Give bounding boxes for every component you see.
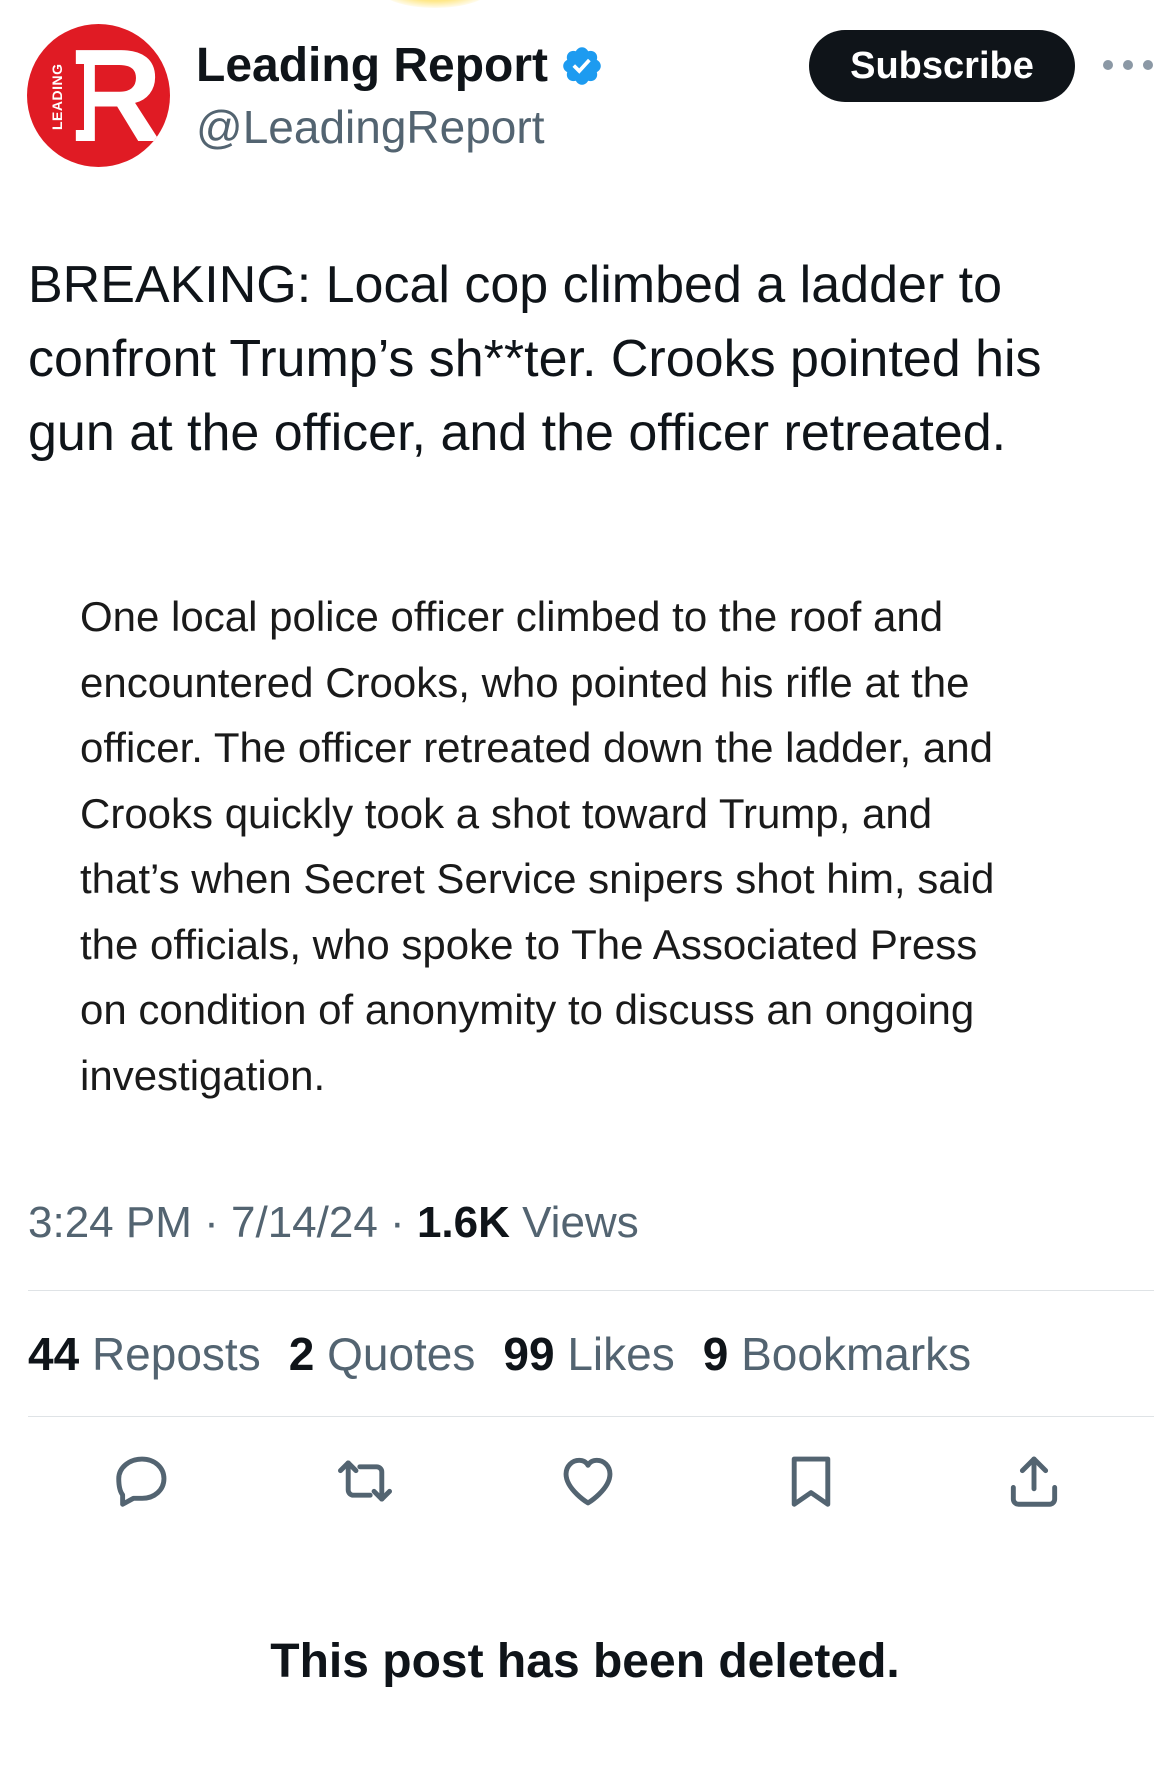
stat-count: 9 — [702, 1328, 729, 1380]
tweet-date[interactable]: 7/14/24 — [231, 1198, 378, 1247]
bookmark-icon[interactable] — [780, 1450, 842, 1512]
stat-reposts[interactable]: 44 Reposts — [28, 1326, 261, 1382]
stat-count: 99 — [503, 1328, 555, 1380]
stat-label: Likes — [567, 1328, 675, 1380]
meta-separator: · — [204, 1198, 219, 1247]
dot — [1103, 60, 1113, 70]
tweet-meta: 3:24 PM · 7/14/24 · 1.6K Views — [28, 1195, 639, 1251]
author-name-text[interactable]: Leading Report — [196, 38, 548, 94]
stat-label: Reposts — [91, 1328, 261, 1380]
meta-separator: · — [390, 1198, 405, 1247]
stat-count: 2 — [288, 1328, 315, 1380]
stat-bookmarks[interactable]: 9 Bookmarks — [703, 1326, 971, 1382]
dot — [1143, 60, 1153, 70]
stat-likes[interactable]: 99 Likes — [503, 1326, 674, 1382]
stat-count: 44 — [28, 1328, 80, 1380]
tweet-text: BREAKING: Local cop climbed a ladder to … — [28, 256, 1042, 462]
views-count: 1.6K — [416, 1198, 510, 1247]
reply-icon[interactable] — [111, 1450, 173, 1512]
author-handle[interactable]: @LeadingReport — [196, 100, 544, 154]
stat-quotes[interactable]: 2 Quotes — [289, 1326, 476, 1382]
heart-icon[interactable] — [557, 1450, 619, 1512]
subscribe-button[interactable]: Subscribe — [809, 30, 1075, 102]
more-dots-icon[interactable] — [1103, 48, 1153, 82]
top-glow-decoration — [380, 0, 490, 8]
verified-badge-icon — [563, 47, 601, 85]
stat-label: Bookmarks — [741, 1328, 972, 1380]
avatar-side-text: LEADING — [49, 63, 65, 131]
share-icon[interactable] — [1003, 1450, 1065, 1512]
stat-label: Quotes — [327, 1328, 476, 1380]
deleted-notice: This post has been deleted. — [270, 1635, 900, 1688]
views-label: Views — [522, 1198, 639, 1247]
engagement-stats: 44 Reposts 2 Quotes 99 Likes 9 Bookmarks — [28, 1326, 999, 1382]
repost-icon[interactable] — [334, 1450, 396, 1512]
quoted-text-image[interactable]: One local police officer climbed to the … — [80, 584, 1120, 1108]
tweet-time[interactable]: 3:24 PM — [28, 1198, 192, 1247]
avatar[interactable]: R LEADING — [27, 24, 170, 167]
action-bar — [0, 1450, 1170, 1520]
author-name[interactable]: Leading Report — [196, 38, 604, 94]
divider — [28, 1416, 1154, 1417]
dot — [1123, 60, 1133, 70]
divider — [28, 1290, 1154, 1291]
